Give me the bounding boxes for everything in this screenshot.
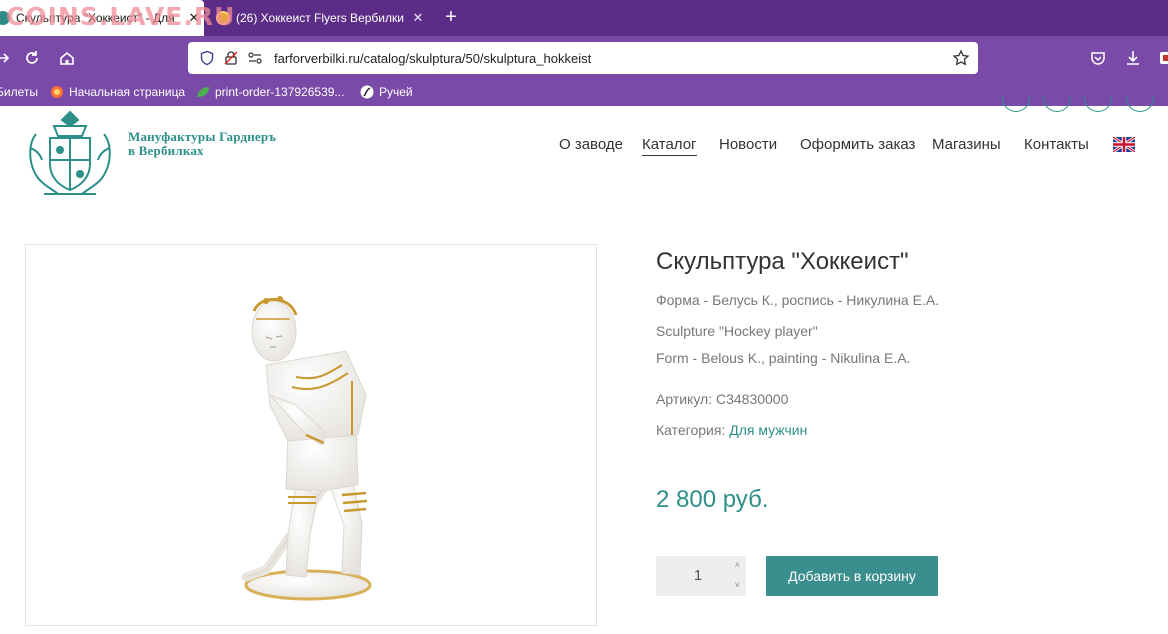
- product-form-en: Form - Belous K., painting - Nikulina E.…: [656, 350, 911, 366]
- extension-icon[interactable]: [1154, 46, 1168, 70]
- site-favicon-icon: [0, 11, 10, 25]
- pocket-icon[interactable]: [1086, 46, 1110, 70]
- social-icon[interactable]: [1043, 96, 1071, 112]
- tab-inactive[interactable]: (26) Хоккеист Flyers Вербилки ✕: [208, 0, 428, 36]
- menu-item-contacts[interactable]: Контакты: [1024, 136, 1089, 153]
- insecure-lock-icon[interactable]: [220, 47, 242, 69]
- menu-item-catalog[interactable]: Каталог: [642, 136, 697, 156]
- bookmark-label: Начальная страница: [69, 85, 186, 99]
- url-text: farforverbilki.ru/catalog/skulptura/50/s…: [274, 50, 592, 66]
- tab-active[interactable]: Скульптура "Хоккеист" - Для ✕: [0, 0, 204, 36]
- uk-flag-icon[interactable]: [1112, 135, 1136, 154]
- menu-item-order[interactable]: Оформить заказ: [800, 136, 915, 153]
- quantity-value[interactable]: 1: [656, 567, 740, 584]
- bookmark-label: print-order-137926539...: [215, 85, 345, 99]
- menu-item-shops[interactable]: Магазины: [932, 136, 1001, 153]
- figurine-illustration: [241, 296, 372, 601]
- product-image[interactable]: [25, 244, 597, 626]
- sku-value: С34830000: [715, 391, 789, 407]
- tab-title: (26) Хоккеист Flyers Вербилки: [236, 11, 404, 25]
- firefox-icon: [50, 85, 64, 99]
- product-sku: Артикул: С34830000: [656, 391, 788, 407]
- page-content: Мануфактуры Гарднеръ в Вербилках О завод…: [0, 96, 1168, 634]
- download-icon[interactable]: [1121, 46, 1145, 70]
- brand-line-1: Мануфактуры Гарднеръ: [128, 129, 277, 144]
- chevron-down-icon[interactable]: ˅: [735, 580, 740, 590]
- add-to-cart-button[interactable]: Добавить в корзину: [766, 556, 938, 596]
- social-icon[interactable]: [1084, 96, 1112, 112]
- brand-line-2: в Вербилках: [128, 143, 204, 158]
- bookmark-item[interactable]: print-order-137926539...: [196, 85, 344, 99]
- shield-icon[interactable]: [196, 47, 218, 69]
- forward-icon[interactable]: [0, 46, 16, 70]
- category-label: Категория:: [656, 422, 726, 438]
- product-title-en: Sculpture "Hockey player": [656, 323, 818, 339]
- bookmark-star-icon[interactable]: [950, 47, 972, 69]
- chevron-up-icon[interactable]: ˄: [735, 560, 740, 570]
- navigation-bar: farforverbilki.ru/catalog/skulptura/50/s…: [0, 36, 1168, 80]
- product-form-ru: Форма - Белусь К., роспись - Никулина Е.…: [656, 292, 940, 308]
- home-icon[interactable]: [55, 46, 79, 70]
- tab-title: Скульптура "Хоккеист" - Для: [16, 11, 175, 25]
- brand-name: Мануфактуры Гарднеръ в Вербилках: [128, 130, 276, 158]
- product-price: 2 800 руб.: [656, 486, 769, 513]
- leaf-icon: [196, 85, 210, 99]
- product-category: Категория: Для мужчин: [656, 422, 807, 438]
- bookmark-label: Ручей: [379, 85, 413, 99]
- stream-icon: [360, 85, 374, 99]
- bookmark-item[interactable]: Билеты: [0, 85, 38, 99]
- tab-bar: Скульптура "Хоккеист" - Для ✕ (26) Хокке…: [0, 0, 1168, 36]
- emoji-favicon-icon: [216, 11, 230, 25]
- bookmark-item[interactable]: Начальная страница: [50, 85, 185, 99]
- sku-label: Артикул:: [656, 391, 713, 407]
- social-icon[interactable]: [1126, 96, 1154, 112]
- site-logo[interactable]: [24, 108, 116, 202]
- menu-item-about[interactable]: О заводе: [559, 136, 623, 153]
- page-settings-icon[interactable]: [244, 47, 266, 69]
- close-tab-icon[interactable]: ✕: [408, 10, 428, 26]
- bookmark-item[interactable]: Ручей: [360, 85, 413, 99]
- bookmark-label: Билеты: [0, 85, 38, 99]
- category-link[interactable]: Для мужчин: [729, 422, 807, 438]
- close-tab-icon[interactable]: ✕: [184, 10, 204, 26]
- menu-item-news[interactable]: Новости: [719, 136, 777, 153]
- bookmarks-bar: Билеты Начальная страница print-order-13…: [0, 80, 1168, 106]
- social-icon[interactable]: [1002, 96, 1030, 112]
- address-bar[interactable]: farforverbilki.ru/catalog/skulptura/50/s…: [188, 42, 978, 74]
- new-tab-button[interactable]: +: [440, 6, 462, 28]
- reload-icon[interactable]: [20, 46, 44, 70]
- quantity-stepper[interactable]: 1 ˄ ˅: [656, 556, 746, 596]
- product-title: Скульптура "Хоккеист": [656, 248, 909, 275]
